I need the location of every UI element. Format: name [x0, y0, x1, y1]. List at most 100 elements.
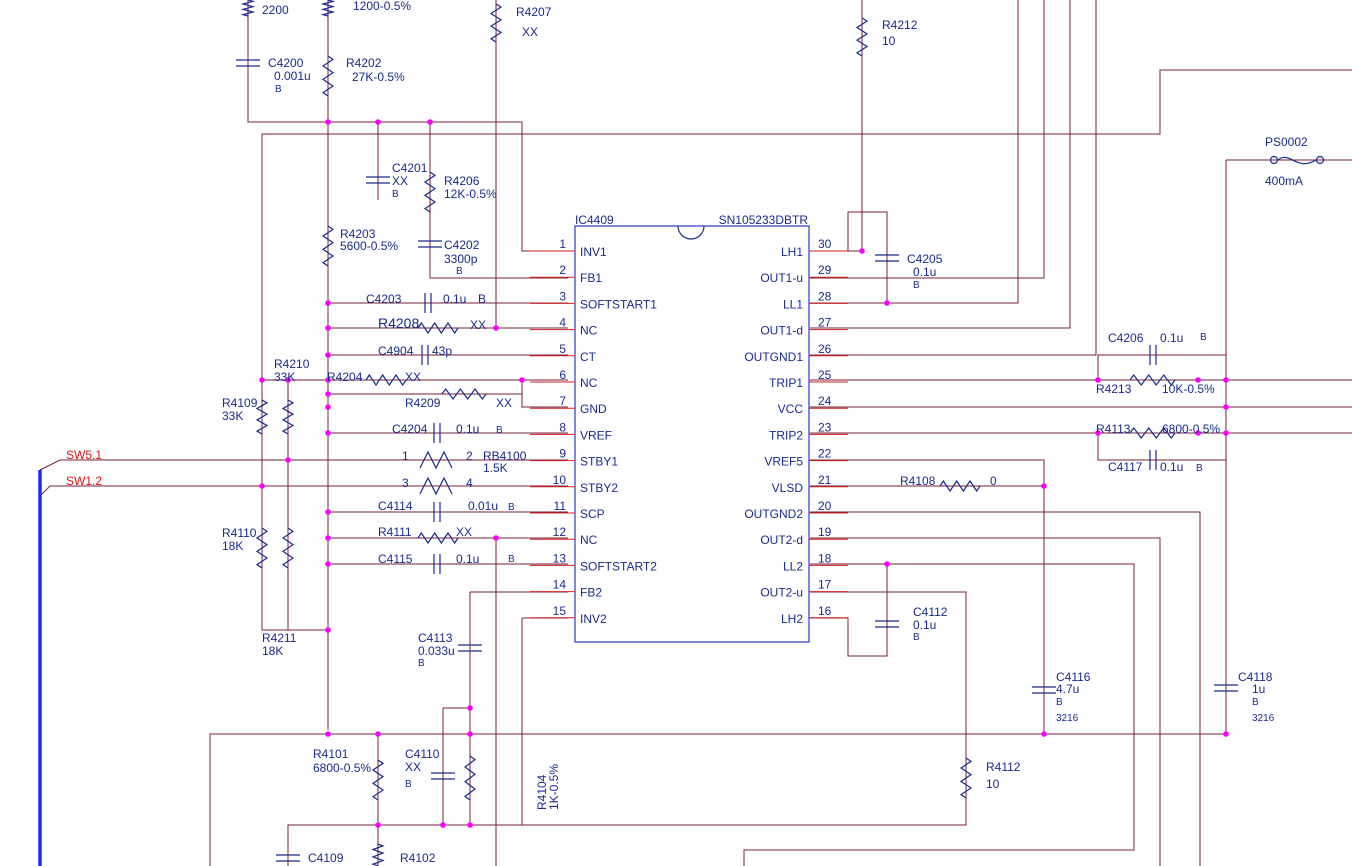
pin-number-17: 17 [818, 578, 832, 592]
pin-name-out2-u: OUT2-u [760, 586, 803, 600]
pin-name-outgnd1: OUTGND1 [744, 350, 803, 364]
junction-dot-12 [325, 391, 331, 397]
label-r4102: R4102 [400, 851, 436, 865]
resistor-r4104 [463, 755, 477, 801]
junction-dot-40 [440, 822, 446, 828]
label-10: 10 [986, 777, 1000, 791]
pin-name-trip1: TRIP1 [769, 376, 803, 390]
junction-dot-1 [325, 119, 331, 125]
pin-number-1: 1 [559, 237, 566, 251]
junction-dot-35 [1041, 483, 1047, 489]
wire-48 [810, 511, 1201, 866]
pin-number-26: 26 [818, 342, 832, 356]
pin-number-25: 25 [818, 368, 832, 382]
junction-dot-19 [493, 535, 499, 541]
ic-symbol[interactable]: IC4409 SN105233DBTR1INV12FB13SOFTSTART14N… [530, 213, 848, 643]
resistor-r4101 [371, 759, 385, 801]
wire-27 [261, 380, 328, 631]
junction-dot-37 [1041, 731, 1047, 737]
label-b: B [913, 632, 920, 643]
label-0-1u: 0.1u [443, 292, 466, 306]
junction-dot-5 [325, 325, 331, 331]
label-c4200: C4200 [268, 56, 304, 70]
pin-name-stby1: STBY1 [580, 455, 618, 469]
junction-dot-2 [375, 119, 381, 125]
pin-number-27: 27 [818, 316, 832, 330]
label-r4101: R4101 [313, 747, 349, 761]
label-3216: 3216 [1252, 713, 1275, 724]
label-ps0002: PS0002 [1265, 135, 1308, 149]
pin-number-18: 18 [818, 551, 832, 565]
label-10: 10 [882, 34, 896, 48]
resistor-r4207 [489, 3, 503, 43]
label-3300p: 3300p [444, 252, 478, 266]
label-c4904: C4904 [378, 344, 414, 358]
junction-dot-20 [325, 561, 331, 567]
label-1-5k: 1.5K [483, 461, 508, 475]
pin-number-7: 7 [559, 394, 566, 408]
label-r4206: R4206 [444, 174, 480, 188]
wire-42 [1097, 433, 1226, 461]
label-0-1u: 0.1u [1160, 331, 1183, 345]
pin-number-21: 21 [818, 473, 832, 487]
label-xx: XX [392, 174, 408, 188]
resistor-r4110 [255, 527, 269, 569]
junction-dot-18 [325, 535, 331, 541]
label-27k-0-5-: 27K-0.5% [352, 70, 405, 84]
resistor-r4102 [371, 843, 385, 866]
resistor-r4202 [321, 55, 335, 97]
pin-number-12: 12 [553, 525, 567, 539]
net-label-sw1-2: SW1.2 [66, 474, 102, 488]
resistor-r4212 [855, 17, 869, 57]
junction-dot-17 [325, 509, 331, 515]
label-c4117: C4117 [1108, 460, 1143, 474]
pin-name-outgnd2: OUTGND2 [744, 507, 803, 521]
label-b: B [1200, 332, 1207, 343]
pin-name-scp: SCP [580, 507, 605, 521]
resistor-r4208 [417, 321, 459, 335]
label-c4114: C4114 [378, 499, 413, 513]
label-b: B [508, 502, 515, 513]
label-4: 4 [466, 476, 473, 490]
junction-dot-14 [325, 430, 331, 436]
label-r4210: R4210 [274, 357, 310, 371]
label-5600-0-5-: 5600-0.5% [340, 239, 398, 253]
label-r4207: R4207 [516, 5, 552, 19]
label-c4202: C4202 [444, 238, 480, 252]
label-c4204: C4204 [392, 422, 428, 436]
label-c4113: C4113 [418, 631, 453, 645]
pin-number-28: 28 [818, 289, 832, 303]
ic-ref: IC4409 [575, 213, 614, 227]
label-b: B [418, 658, 425, 669]
pin-name-nc: NC [580, 324, 598, 338]
junction-dot-13 [325, 404, 331, 410]
label-r4209: R4209 [405, 396, 441, 410]
label-33k: 33K [274, 370, 295, 384]
label-0-1u: 0.1u [1160, 460, 1183, 474]
pin-number-5: 5 [559, 342, 566, 356]
wire-37 [847, 211, 888, 303]
label-r4211: R4211 [262, 631, 297, 645]
junction-dot-41 [467, 822, 473, 828]
junction-dot-15 [285, 457, 291, 463]
label-r4113: R4113 [1096, 422, 1131, 436]
junction-dot-3 [427, 119, 433, 125]
wire-35 [810, 0, 1071, 329]
label-b: B [1252, 697, 1259, 708]
label-b: B [275, 84, 282, 95]
pin-number-24: 24 [818, 394, 832, 408]
junction-dot-31 [1223, 404, 1229, 410]
label-r4212: R4212 [882, 18, 918, 32]
junction-dot-36 [884, 561, 890, 567]
pin-name-out1-d: OUT1-d [760, 324, 803, 338]
label-2: 2 [466, 449, 473, 463]
pin-name-inv1: INV1 [580, 245, 607, 259]
label-c4112: C4112 [913, 605, 948, 619]
label-10k-0-5-: 10K-0.5% [1162, 382, 1215, 396]
wire-49 [810, 537, 1161, 866]
pin-number-14: 14 [553, 578, 567, 592]
label-12k-0-5-: 12K-0.5% [444, 187, 497, 201]
pin-name-lh1: LH1 [781, 245, 803, 259]
junction-dot-6 [493, 325, 499, 331]
label-400ma: 400mA [1265, 174, 1303, 188]
